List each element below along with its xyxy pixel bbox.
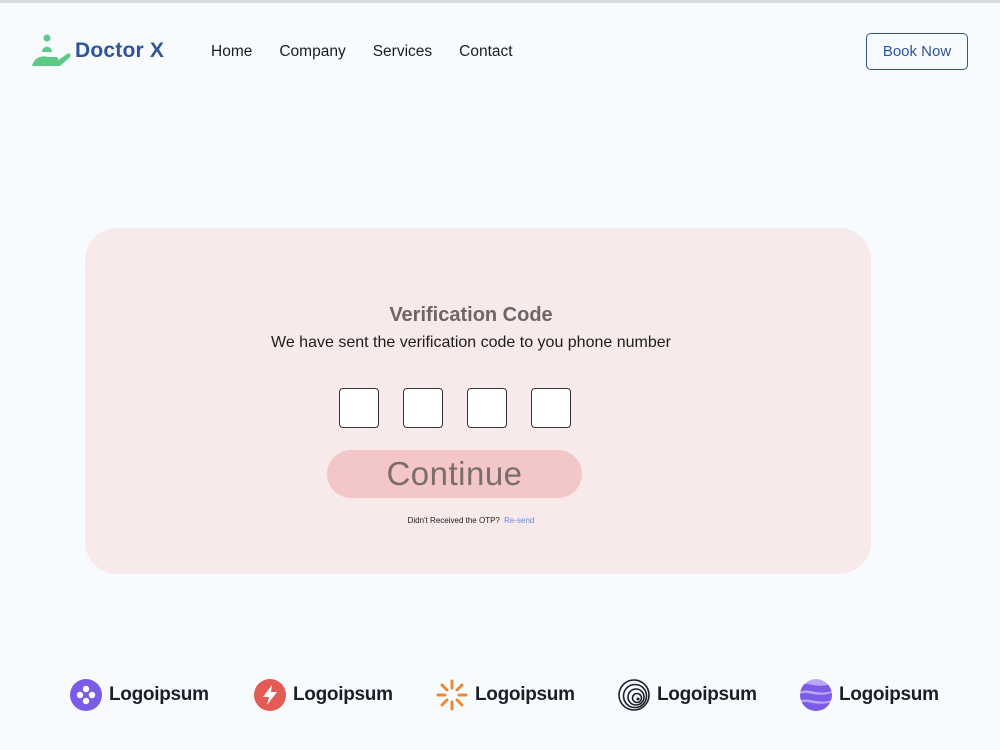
partner-logo-label: Logoipsum (657, 684, 757, 705)
otp-digit-3[interactable] (467, 388, 507, 428)
partner-logo-2[interactable]: Logoipsum (254, 679, 393, 711)
partner-logo-label: Logoipsum (109, 684, 209, 705)
main-nav: Home Company Services Contact (211, 43, 540, 61)
red-bolt-icon (254, 679, 286, 711)
nav-company[interactable]: Company (279, 43, 345, 61)
otp-digit-2[interactable] (403, 388, 443, 428)
brand[interactable]: Doctor X (31, 33, 164, 69)
resend-link[interactable]: Re-send (504, 516, 534, 525)
otp-digit-4[interactable] (531, 388, 571, 428)
otp-digit-1[interactable] (339, 388, 379, 428)
purple-wave-icon (800, 679, 832, 711)
doctor-hand-logo-icon (31, 33, 71, 69)
partner-logo-5[interactable]: Logoipsum (800, 679, 939, 711)
black-spiral-icon (618, 679, 650, 711)
resend-prompt: Didn't Received the OTP? (407, 516, 500, 525)
book-now-button[interactable]: Book Now (866, 33, 968, 70)
partner-logo-4[interactable]: Logoipsum (618, 679, 757, 711)
nav-contact[interactable]: Contact (459, 43, 512, 61)
verification-card: Verification Code We have sent the verif… (85, 228, 871, 574)
purple-circle-dots-icon (70, 679, 102, 711)
brand-name: Doctor X (75, 39, 165, 62)
partner-logo-label: Logoipsum (475, 684, 575, 705)
nav-home[interactable]: Home (211, 43, 252, 61)
orange-sunburst-icon (436, 679, 468, 711)
partner-logo-3[interactable]: Logoipsum (436, 679, 575, 711)
verification-title: Verification Code (389, 304, 553, 326)
nav-services[interactable]: Services (373, 43, 432, 61)
resend-line: Didn't Received the OTP? Re-send (85, 516, 857, 525)
partner-logo-label: Logoipsum (839, 684, 939, 705)
partner-logo-label: Logoipsum (293, 684, 393, 705)
top-border (0, 0, 1000, 3)
continue-button[interactable]: Continue (327, 450, 582, 498)
partner-logo-1[interactable]: Logoipsum (70, 679, 209, 711)
verification-subtitle: We have sent the verification code to yo… (271, 334, 671, 351)
